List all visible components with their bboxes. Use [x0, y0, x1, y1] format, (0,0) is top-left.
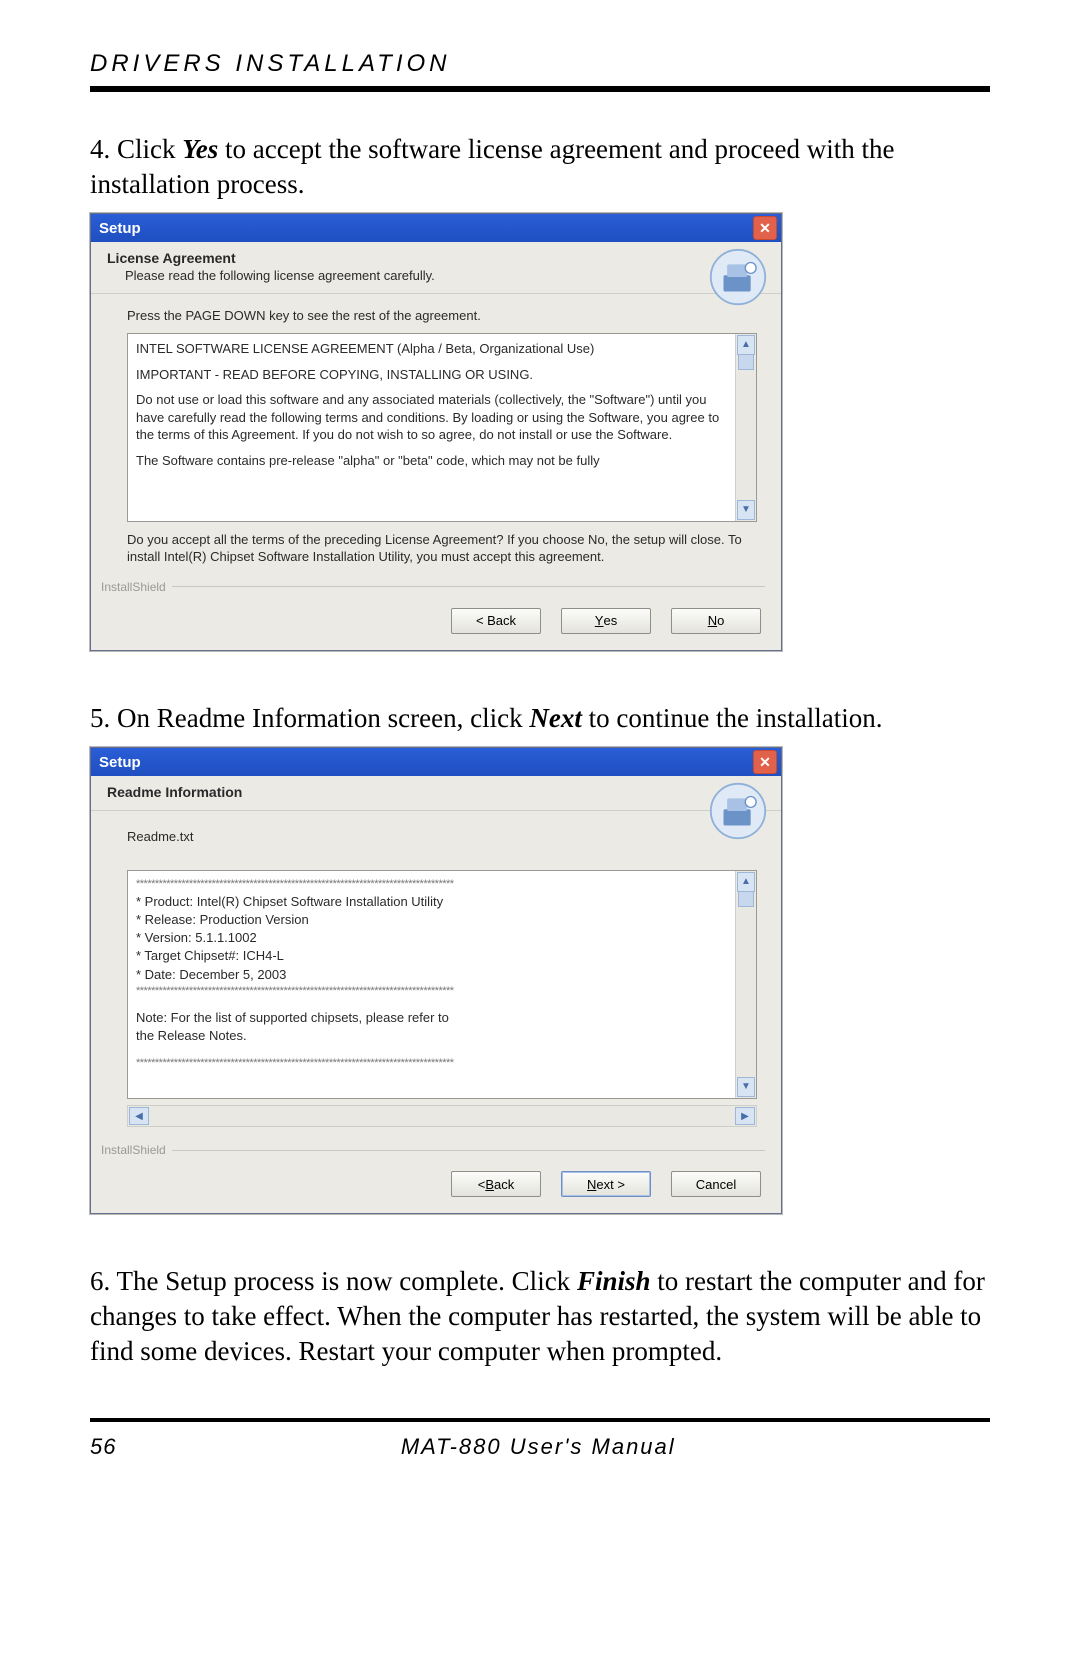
button-row: < Back Next > Cancel: [91, 1161, 781, 1213]
wizard-header: License Agreement Please read the follow…: [91, 242, 781, 294]
horizontal-scrollbar[interactable]: ◀ ▶: [127, 1105, 757, 1127]
page-number: 56: [90, 1434, 116, 1460]
scroll-left-icon[interactable]: ◀: [129, 1107, 149, 1125]
brand-rule: [172, 586, 765, 587]
scroll-thumb[interactable]: [738, 891, 754, 907]
license-line: The Software contains pre-release "alpha…: [136, 452, 730, 470]
wizard-body: Readme.txt *****************************…: [91, 811, 781, 1143]
section-header: DRIVERS INSTALLATION: [90, 50, 990, 78]
accept-question: Do you accept all the terms of the prece…: [127, 532, 757, 566]
brand-rule: [172, 1150, 765, 1151]
wizard-title: Readme Information: [107, 784, 765, 800]
brand-row: InstallShield: [91, 580, 781, 598]
manual-page: DRIVERS INSTALLATION 4. Click Yes to acc…: [0, 0, 1080, 1520]
installshield-brand: InstallShield: [101, 1143, 166, 1157]
page-footer: 56 MAT-880 User's Manual: [90, 1434, 990, 1460]
license-line: Do not use or load this software and any…: [136, 391, 730, 444]
dialog-titlebar[interactable]: Setup ✕: [91, 748, 781, 776]
button-row: < Back Yes No: [91, 598, 781, 650]
readme-line: * Version: 5.1.1.1002: [136, 929, 730, 947]
dialog-title: Setup: [99, 754, 141, 771]
license-line: INTEL SOFTWARE LICENSE AGREEMENT (Alpha …: [136, 340, 730, 358]
vertical-scrollbar[interactable]: ▲ ▼: [735, 334, 756, 521]
readme-textbox[interactable]: ****************************************…: [127, 870, 757, 1099]
wizard-header: Readme Information: [91, 776, 781, 811]
readme-line: * Product: Intel(R) Chipset Software Ins…: [136, 893, 730, 911]
installer-icon: [709, 248, 767, 306]
close-icon[interactable]: ✕: [753, 216, 777, 240]
manual-title: MAT-880 User's Manual: [401, 1434, 676, 1460]
vertical-scrollbar[interactable]: ▲ ▼: [735, 871, 756, 1098]
back-button[interactable]: < Back: [451, 608, 541, 634]
wizard-body: Press the PAGE DOWN key to see the rest …: [91, 294, 781, 580]
pagedown-hint: Press the PAGE DOWN key to see the rest …: [127, 308, 757, 323]
scroll-down-icon[interactable]: ▼: [737, 1077, 755, 1097]
header-rule: [90, 86, 990, 92]
step-6-text: 6. The Setup process is now complete. Cl…: [90, 1264, 990, 1368]
wizard-subtitle: Please read the following license agreem…: [125, 268, 765, 283]
readme-note: the Release Notes.: [136, 1027, 730, 1045]
step-5-text: 5. On Readme Information screen, click N…: [90, 701, 990, 736]
readme-line: * Date: December 5, 2003: [136, 966, 730, 984]
footer-rule: [90, 1418, 990, 1422]
back-button[interactable]: < Back: [451, 1171, 541, 1197]
license-textbox[interactable]: INTEL SOFTWARE LICENSE AGREEMENT (Alpha …: [127, 333, 757, 522]
brand-row: InstallShield: [91, 1143, 781, 1161]
installshield-brand: InstallShield: [101, 580, 166, 594]
readme-line: * Release: Production Version: [136, 911, 730, 929]
readme-line: * Target Chipset#: ICH4-L: [136, 947, 730, 965]
scroll-right-icon[interactable]: ▶: [735, 1107, 755, 1125]
next-button[interactable]: Next >: [561, 1171, 651, 1197]
no-button[interactable]: No: [671, 608, 761, 634]
close-icon[interactable]: ✕: [753, 750, 777, 774]
readme-dialog: Setup ✕ Readme Information Readme.txt **…: [90, 747, 782, 1214]
scroll-thumb[interactable]: [738, 354, 754, 370]
readme-label: Readme.txt: [127, 829, 757, 844]
step-4-text: 4. Click Yes to accept the software lice…: [90, 132, 990, 201]
dialog-title: Setup: [99, 220, 141, 237]
dialog-titlebar[interactable]: Setup ✕: [91, 214, 781, 242]
license-dialog: Setup ✕ License Agreement Please read th…: [90, 213, 782, 651]
readme-note: Note: For the list of supported chipsets…: [136, 1009, 730, 1027]
divider-line: ****************************************…: [136, 877, 730, 892]
yes-button[interactable]: Yes: [561, 608, 651, 634]
scroll-down-icon[interactable]: ▼: [737, 500, 755, 520]
wizard-title: License Agreement: [107, 250, 765, 266]
divider-line: ****************************************…: [136, 1056, 730, 1071]
scroll-up-icon[interactable]: ▲: [737, 335, 755, 355]
scroll-up-icon[interactable]: ▲: [737, 872, 755, 892]
installer-icon: [709, 782, 767, 840]
divider-line: ****************************************…: [136, 984, 730, 999]
cancel-button[interactable]: Cancel: [671, 1171, 761, 1197]
license-line: IMPORTANT - READ BEFORE COPYING, INSTALL…: [136, 366, 730, 384]
